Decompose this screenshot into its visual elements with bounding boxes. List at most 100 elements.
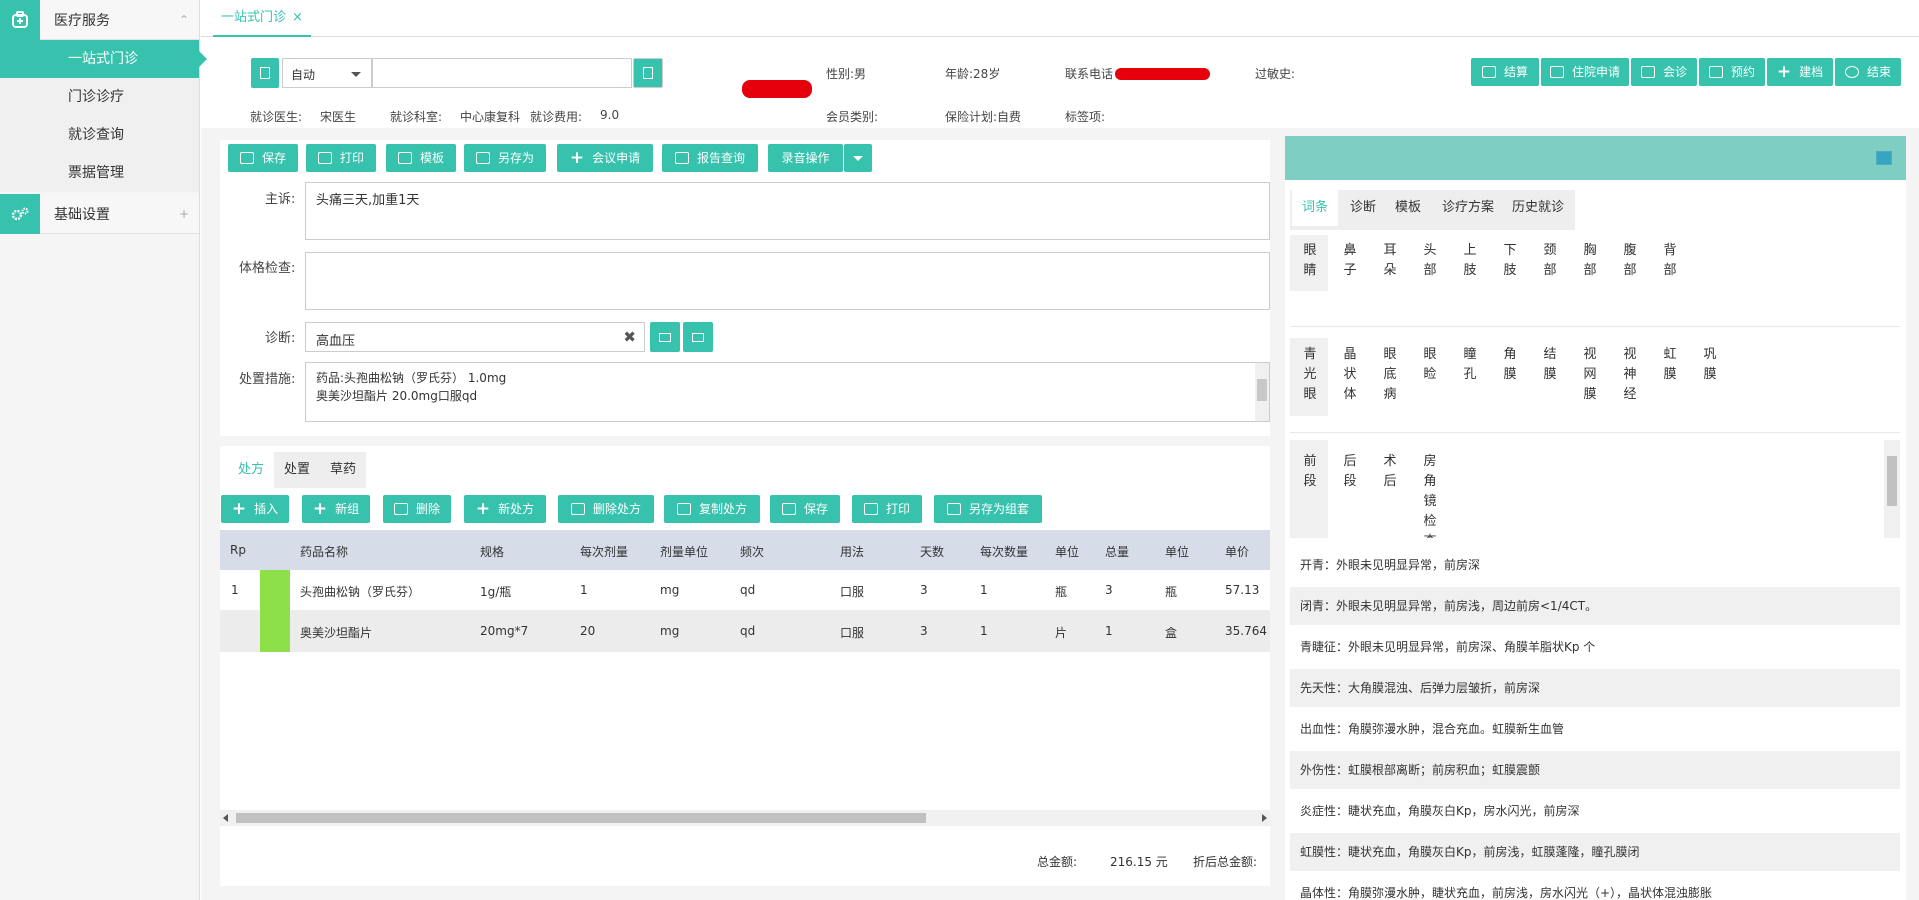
word-item[interactable]: 头部 — [1422, 241, 1438, 281]
word-item[interactable]: 下肢 — [1502, 241, 1518, 281]
statement-item[interactable]: 外伤性：虹膜根部离断；前房积血；虹膜震颤 — [1290, 751, 1900, 789]
sidebar-group-settings[interactable]: 基础设置 + — [0, 193, 199, 234]
print-record-button[interactable]: 打印 — [306, 144, 376, 172]
word-item[interactable]: 视神经 — [1622, 345, 1638, 405]
clipboard-button[interactable] — [251, 58, 279, 88]
row-usage: 口服 — [840, 626, 865, 640]
insert-button[interactable]: + 插入 — [221, 495, 289, 523]
statement-item[interactable]: 虹膜性：睫状充血，角膜灰白Kp，前房浅，虹膜蓬隆，瞳孔膜闭 — [1290, 833, 1900, 871]
appointment-button[interactable]: 预约 — [1699, 58, 1765, 86]
word-item[interactable]: 胸部 — [1582, 241, 1598, 281]
sidebar-item-query[interactable]: 就诊查询 — [0, 116, 199, 154]
word-item[interactable]: 瞳孔 — [1462, 345, 1478, 385]
sidebar-group-label: 基础设置 — [54, 206, 110, 223]
print-prescription-button[interactable]: 打印 — [852, 495, 922, 523]
word-item[interactable]: 后段 — [1342, 452, 1358, 492]
document-icon — [643, 67, 653, 79]
statement-item[interactable]: 开青：外眼未见明显异常，前房深 — [1290, 546, 1900, 584]
clear-icon[interactable]: ✖ — [623, 328, 636, 346]
sidebar-group-medical[interactable]: 医疗服务 ⌃ — [0, 0, 199, 40]
delete-button[interactable]: 删除 — [383, 495, 451, 523]
statement-item[interactable]: 炎症性：睫状充血，角膜灰白Kp，房水闪光，前房深 — [1290, 792, 1900, 830]
sidebar-item-clinic[interactable]: 门诊诊疗 — [0, 78, 199, 116]
word-item[interactable]: 青光眼 — [1302, 345, 1318, 405]
finish-button[interactable]: 结束 — [1835, 58, 1901, 86]
statement-item[interactable]: 青睫征：外眼未见明显异常，前房深、角膜羊脂状Kp 个 — [1290, 628, 1900, 666]
monitor-icon — [659, 332, 671, 342]
word-item[interactable]: 颈部 — [1542, 241, 1558, 281]
new-group-button[interactable]: + 新组 — [302, 495, 370, 523]
meeting-request-button[interactable]: + 会议申请 — [557, 144, 653, 172]
report-query-button[interactable]: 报告查询 — [662, 144, 758, 172]
word-item[interactable]: 腹部 — [1622, 241, 1638, 281]
tab-diagnosis[interactable]: 诊断 — [1340, 190, 1386, 226]
patient-search-input[interactable] — [372, 58, 632, 88]
close-icon[interactable]: × — [292, 10, 303, 25]
treatment-textarea[interactable]: 药品:头孢曲松钠（罗氏芬） 1.0mg 奥美沙坦酯片 20.0mg口服qd — [305, 362, 1270, 422]
diagnosis-input[interactable]: 高血压 ✖ — [305, 322, 645, 352]
word-item[interactable]: 结膜 — [1542, 345, 1558, 385]
plus-icon: + — [231, 498, 247, 519]
save-prescription-button[interactable]: 保存 — [770, 495, 840, 523]
word-item[interactable]: 鼻子 — [1342, 241, 1358, 281]
word-item[interactable]: 巩膜 — [1702, 345, 1718, 385]
create-record-button[interactable]: + 建档 — [1767, 58, 1833, 86]
scrollbar-thumb[interactable] — [236, 813, 926, 823]
delete-prescription-button[interactable]: 删除处方 — [558, 495, 654, 523]
complaint-textarea[interactable]: 头痛三天,加重1天 — [305, 182, 1270, 240]
collapse-icon[interactable] — [1876, 151, 1892, 165]
word-item[interactable]: 眼睑 — [1422, 345, 1438, 385]
tab-history[interactable]: 历史就诊 — [1502, 190, 1574, 226]
word-item[interactable]: 房角镜检查 — [1422, 452, 1438, 538]
word-item[interactable]: 背部 — [1662, 241, 1678, 281]
scroll-left-icon[interactable] — [223, 814, 228, 822]
scroll-right-icon[interactable] — [1262, 814, 1267, 822]
diagnosis-select-button[interactable] — [683, 322, 713, 352]
word-item[interactable]: 耳朵 — [1382, 241, 1398, 281]
settle-button[interactable]: 结算 — [1471, 58, 1539, 86]
template-button[interactable]: 模板 — [386, 144, 456, 172]
word-item[interactable]: 视网膜 — [1582, 345, 1598, 405]
button-label: 报告查询 — [696, 151, 745, 165]
save-as-button[interactable]: 另存为 — [464, 144, 546, 172]
word-item[interactable]: 眼底病 — [1382, 345, 1398, 405]
word-item[interactable]: 角膜 — [1502, 345, 1518, 385]
tab-entries[interactable]: 词条 — [1292, 190, 1339, 226]
tab-prescription[interactable]: 处方 — [228, 452, 275, 488]
save-record-button[interactable]: 保存 — [228, 144, 298, 172]
tab-treatment[interactable]: 处置 — [274, 452, 321, 488]
word-item[interactable]: 虹膜 — [1662, 345, 1678, 385]
tab-herbal[interactable]: 草药 — [320, 452, 367, 488]
diagnosis-add-button[interactable] — [650, 322, 680, 352]
word-item[interactable]: 上肢 — [1462, 241, 1478, 281]
tab-plan[interactable]: 诊疗方案 — [1432, 190, 1504, 226]
copy-prescription-button[interactable]: 复制处方 — [664, 495, 760, 523]
word-item[interactable]: 前段 — [1302, 452, 1318, 492]
exam-textarea[interactable] — [305, 252, 1270, 310]
horizontal-scrollbar[interactable] — [220, 810, 1270, 826]
word-item[interactable]: 眼睛 — [1302, 241, 1318, 281]
word-item[interactable]: 晶状体 — [1342, 345, 1358, 405]
statement-item[interactable]: 闭青：外眼未见明显异常，前房浅，周边前房<1/4CT。 — [1290, 587, 1900, 625]
patient-file-button[interactable] — [633, 58, 663, 88]
recording-dropdown-button[interactable] — [844, 144, 872, 172]
save-as-set-button[interactable]: 另存为组套 — [934, 495, 1042, 523]
tab-template[interactable]: 模板 — [1385, 190, 1431, 226]
statement-item[interactable]: 出血性：角膜弥漫水肿，混合充血。虹膜新生血管 — [1290, 710, 1900, 748]
sidebar-item-bills[interactable]: 票据管理 — [0, 154, 199, 192]
admission-request-button[interactable]: 住院申请 — [1541, 58, 1629, 86]
sidebar-item-one-stop[interactable]: 一站式门诊 — [0, 40, 207, 78]
vertical-scrollbar[interactable] — [1884, 440, 1900, 538]
new-prescription-button[interactable]: + 新处方 — [464, 495, 546, 523]
tab-one-stop[interactable]: 一站式门诊 × — [213, 0, 311, 37]
mode-select[interactable]: 自动 — [282, 58, 372, 88]
button-label: 打印 — [885, 502, 910, 516]
scrollbar[interactable] — [1255, 363, 1269, 421]
word-item[interactable]: 术后 — [1382, 452, 1398, 492]
statement-item[interactable]: 先天性：大角膜混浊、后弹力层皱折，前房深 — [1290, 669, 1900, 707]
recording-button[interactable]: 录音操作 — [768, 144, 843, 172]
card-icon — [1481, 66, 1496, 78]
consultation-button[interactable]: 会诊 — [1631, 58, 1697, 86]
statement-item[interactable]: 晶体性：角膜弥漫水肿，睫状充血，前房浅，房水闪光（+），晶状体混浊膨胀 — [1290, 874, 1900, 900]
row-price: 35.764 — [1225, 624, 1267, 638]
